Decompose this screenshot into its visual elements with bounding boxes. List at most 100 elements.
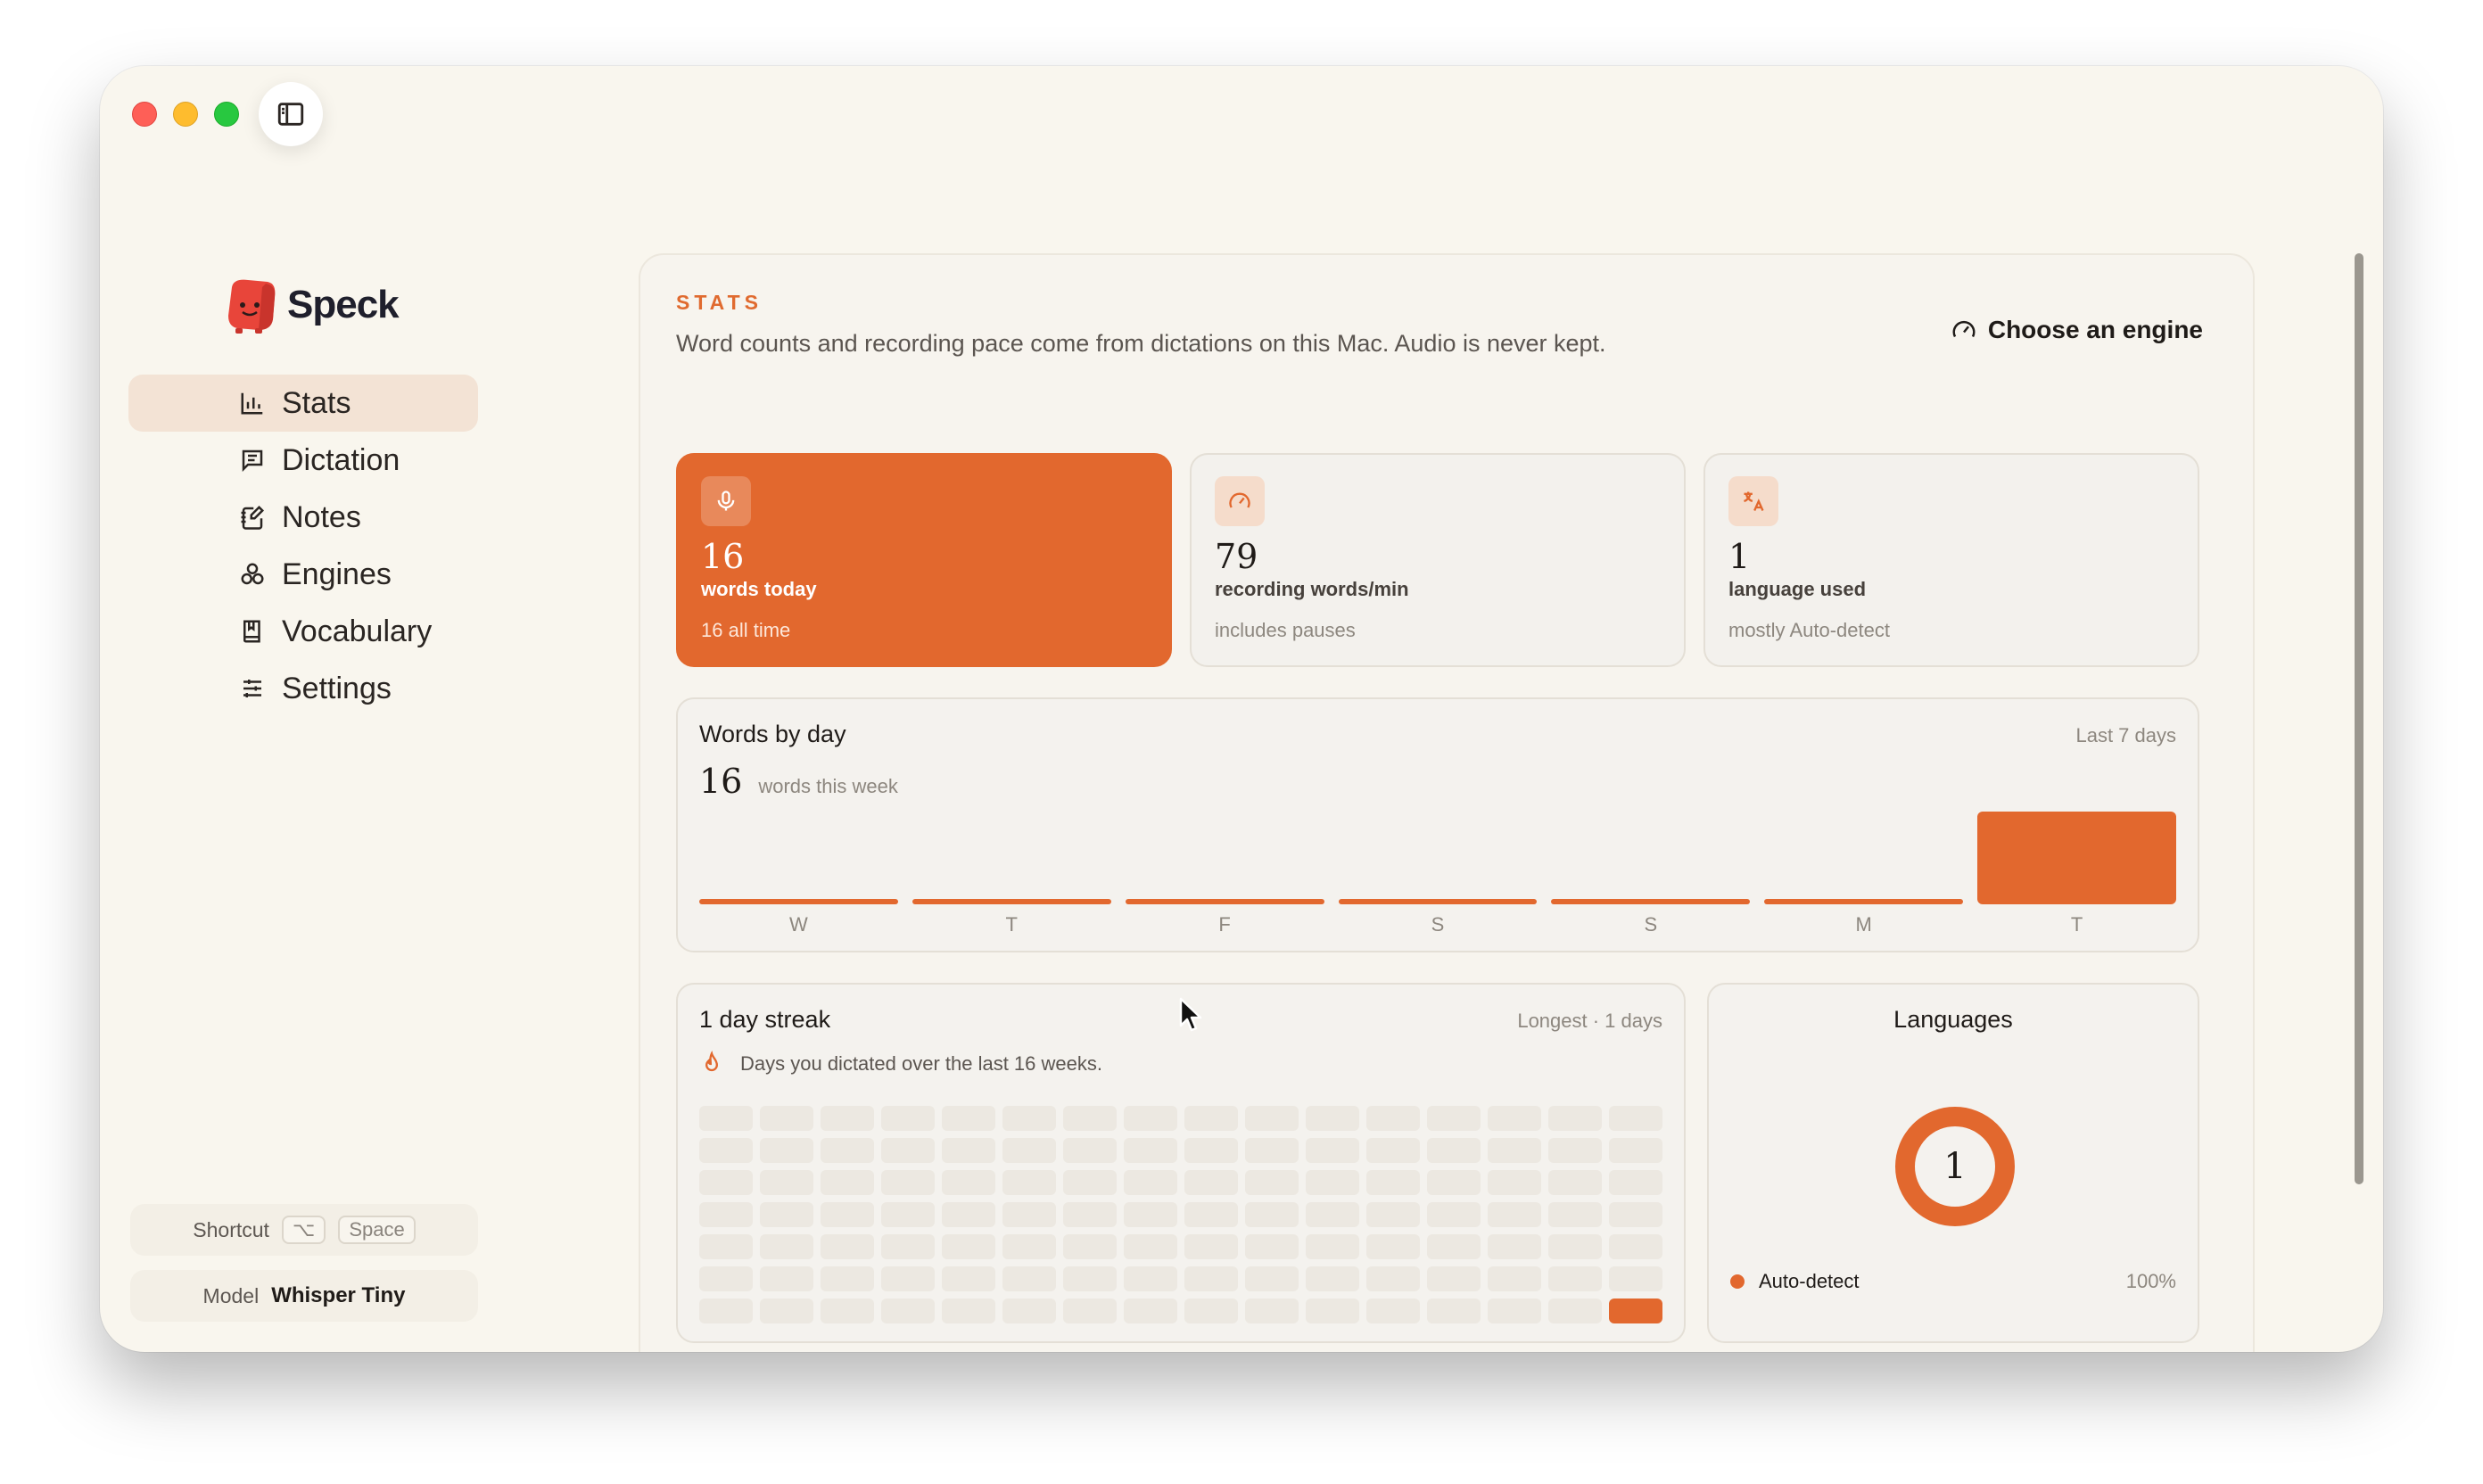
streak-day-cell xyxy=(699,1202,753,1227)
streak-day-cell xyxy=(1488,1106,1541,1131)
day-bar xyxy=(1551,899,1751,904)
model-value: Whisper Tiny xyxy=(271,1283,406,1307)
streak-day-cell xyxy=(821,1266,874,1291)
streak-day-cell xyxy=(1548,1234,1602,1259)
streak-day-cell xyxy=(881,1106,935,1131)
speck-mascot-icon xyxy=(228,279,276,334)
streak-day-cell xyxy=(1366,1298,1420,1323)
choose-engine-label: Choose an engine xyxy=(1987,316,2203,343)
words-by-day-range: Last 7 days xyxy=(2075,724,2176,746)
streak-day-cell xyxy=(942,1202,995,1227)
page-subtitle: Word counts and recording pace come from… xyxy=(676,330,1606,357)
microphone-icon xyxy=(717,491,735,511)
streak-day-cell xyxy=(1609,1298,1662,1323)
space-key: Space xyxy=(338,1216,416,1244)
shortcut-label: Shortcut xyxy=(193,1217,269,1241)
streak-day-cell xyxy=(1245,1202,1299,1227)
model-card[interactable]: Model Whisper Tiny xyxy=(130,1270,478,1322)
streak-day-cell xyxy=(1306,1266,1359,1291)
streak-day-cell xyxy=(760,1266,813,1291)
sidebar-toggle-button[interactable] xyxy=(259,82,323,146)
streak-day-cell xyxy=(1488,1234,1541,1259)
streak-day-cell xyxy=(1002,1138,1056,1163)
streak-day-cell xyxy=(699,1266,753,1291)
sidebar-item-notes[interactable]: Notes xyxy=(128,489,478,546)
stat-value: 1 xyxy=(1728,537,1751,576)
language-legend-item: Auto-detect 100% xyxy=(1730,1270,2176,1293)
streak-day-cell xyxy=(1245,1138,1299,1163)
shortcut-card[interactable]: Shortcut ⌥ Space xyxy=(130,1204,478,1256)
streak-day-cell xyxy=(881,1170,935,1195)
streak-day-cell xyxy=(942,1170,995,1195)
zoom-window-button[interactable] xyxy=(214,102,239,127)
streak-day-cell xyxy=(1002,1298,1056,1323)
words-per-minute-card: 79 recording words/min includes pauses xyxy=(1190,453,1686,667)
sidebar-item-settings[interactable]: Settings xyxy=(128,660,478,717)
streak-day-cell xyxy=(1366,1234,1420,1259)
sidebar-item-dictation[interactable]: Dictation xyxy=(128,432,478,489)
day-label: T xyxy=(1005,913,1018,936)
stat-label: language used xyxy=(1728,578,1867,600)
streak-day-cell xyxy=(1002,1106,1056,1131)
scrollbar-thumb[interactable] xyxy=(2355,253,2363,1184)
streak-day-cell xyxy=(821,1106,874,1131)
streak-title: 1 day streak xyxy=(699,1006,831,1033)
streak-description-row: Days you dictated over the last 16 weeks… xyxy=(699,1051,1102,1077)
streak-day-cell xyxy=(1306,1170,1359,1195)
sidebar-item-label: Stats xyxy=(282,385,351,420)
sidebar-item-stats[interactable]: Stats xyxy=(128,375,478,432)
streak-day-cell xyxy=(1184,1106,1238,1131)
choose-engine-button[interactable]: Choose an engine xyxy=(1951,316,2203,344)
streak-day-cell xyxy=(699,1234,753,1259)
streak-card: 1 day streak Longest · 1 days Days you d… xyxy=(676,983,1686,1343)
streak-day-cell xyxy=(821,1170,874,1195)
streak-day-cell xyxy=(1184,1202,1238,1227)
streak-day-cell xyxy=(760,1298,813,1323)
sidebar-item-label: Settings xyxy=(282,671,392,705)
bar-chart-icon xyxy=(241,392,263,415)
streak-day-cell xyxy=(1427,1106,1481,1131)
streak-day-cell xyxy=(1366,1138,1420,1163)
streak-day-cell xyxy=(1063,1298,1117,1323)
streak-day-cell xyxy=(1609,1138,1662,1163)
sidebar-item-engines[interactable]: Engines xyxy=(128,546,478,603)
streak-day-cell xyxy=(1427,1298,1481,1323)
streak-day-cell xyxy=(1002,1266,1056,1291)
close-window-button[interactable] xyxy=(132,102,157,127)
streak-day-cell xyxy=(760,1234,813,1259)
streak-day-cell xyxy=(1427,1202,1481,1227)
language-name: Auto-detect xyxy=(1759,1270,1860,1292)
words-by-day-card: Words by day Last 7 days 16 words this w… xyxy=(676,697,2199,952)
streak-day-cell xyxy=(1306,1202,1359,1227)
streak-day-cell xyxy=(1609,1234,1662,1259)
streak-day-cell xyxy=(881,1202,935,1227)
streak-day-cell xyxy=(1124,1106,1177,1131)
minimize-window-button[interactable] xyxy=(173,102,198,127)
gauge-icon xyxy=(1229,492,1250,508)
streak-day-cell xyxy=(760,1202,813,1227)
streak-day-cell xyxy=(1609,1170,1662,1195)
streak-day-cell xyxy=(1063,1170,1117,1195)
translate-icon xyxy=(1744,491,1764,511)
sidebar-nav: Stats Dictation Notes Engines Vocabulary… xyxy=(128,375,478,717)
streak-day-cell xyxy=(1002,1234,1056,1259)
streak-day-cell xyxy=(821,1138,874,1163)
streak-day-cell xyxy=(1548,1266,1602,1291)
day-label: S xyxy=(1431,913,1445,936)
streak-day-cell xyxy=(1488,1202,1541,1227)
sidebar-item-vocabulary[interactable]: Vocabulary xyxy=(128,603,478,660)
streak-day-cell xyxy=(1609,1202,1662,1227)
streak-day-cell xyxy=(1548,1106,1602,1131)
streak-day-cell xyxy=(1609,1106,1662,1131)
app-logo: Speck xyxy=(223,275,400,335)
streak-day-cell xyxy=(1548,1170,1602,1195)
streak-day-cell xyxy=(1245,1266,1299,1291)
gauge-icon xyxy=(1952,320,1976,338)
sidebar-item-label: Vocabulary xyxy=(282,614,433,648)
streak-day-cell xyxy=(1063,1138,1117,1163)
streak-day-cell xyxy=(1184,1266,1238,1291)
streak-day-cell xyxy=(1184,1138,1238,1163)
languages-card: Languages 1 Auto-detect 100% xyxy=(1707,983,2199,1343)
streak-day-cell xyxy=(1124,1234,1177,1259)
streak-day-cell xyxy=(1548,1138,1602,1163)
